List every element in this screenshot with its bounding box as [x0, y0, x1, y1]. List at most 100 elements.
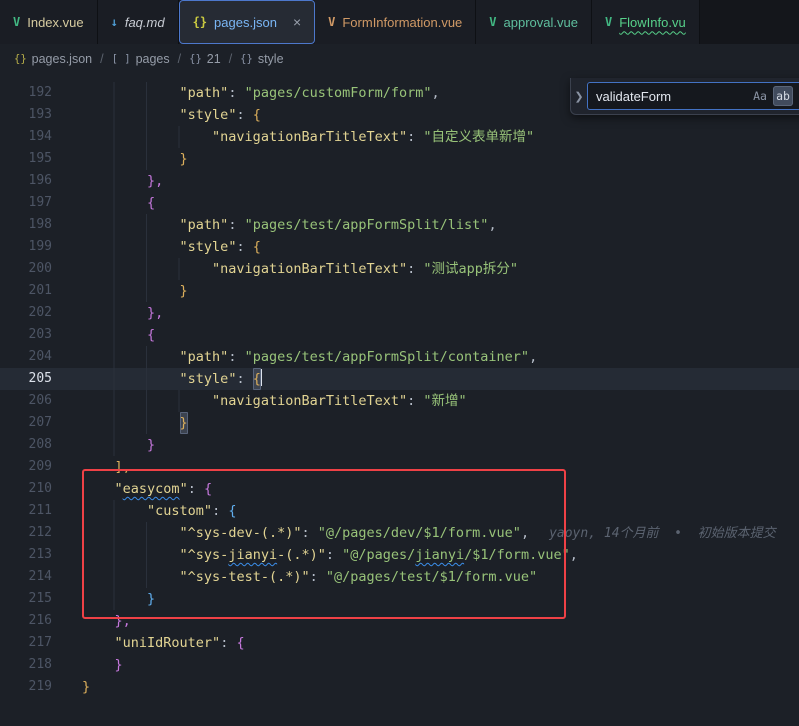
code-line-211[interactable]: 211 "custom": {: [0, 500, 799, 522]
code-token: jianyi: [415, 544, 464, 566]
code-token: [82, 566, 180, 588]
line-number: 212: [0, 522, 66, 544]
code-line-199[interactable]: 199 "style": {: [0, 236, 799, 258]
code-token: :: [236, 368, 252, 390]
find-input[interactable]: validateForm Aaab.*: [587, 82, 799, 110]
code-line-209[interactable]: 209 ],: [0, 456, 799, 478]
code-token: "^sys-test-(.*)": [180, 566, 310, 588]
code-token: "navigationBarTitleText": [212, 390, 407, 412]
code-editor[interactable]: 192 "path": "pages/customForm/form",193 …: [0, 74, 799, 698]
code-token: }: [180, 280, 188, 302]
code-text: "uniIdRouter": {: [66, 632, 245, 654]
code-line-200[interactable]: 200 "navigationBarTitleText": "测试app拆分": [0, 258, 799, 280]
code-text: {: [66, 192, 155, 214]
code-line-208[interactable]: 208 }: [0, 434, 799, 456]
code-token: ,: [521, 522, 529, 544]
code-token: }: [147, 588, 155, 610]
code-text: }: [66, 412, 188, 434]
code-line-207[interactable]: 207 }: [0, 412, 799, 434]
code-line-215[interactable]: 215 }: [0, 588, 799, 610]
breadcrumb-label: style: [258, 52, 284, 66]
close-tab-icon[interactable]: ×: [293, 15, 301, 29]
code-token: [82, 368, 180, 390]
line-number: 198: [0, 214, 66, 236]
code-text: "style": {: [66, 368, 262, 390]
breadcrumb-separator: /: [100, 52, 103, 66]
line-number: 197: [0, 192, 66, 214]
code-line-217[interactable]: 217 "uniIdRouter": {: [0, 632, 799, 654]
code-token: [82, 654, 115, 676]
code-token: "style": [180, 368, 237, 390]
code-line-194[interactable]: 194 "navigationBarTitleText": "自定义表单新增": [0, 126, 799, 148]
line-number: 207: [0, 412, 66, 434]
breadcrumb-item-pages-json[interactable]: {}pages.json: [14, 52, 92, 66]
code-token: :: [236, 104, 252, 126]
code-line-195[interactable]: 195 }: [0, 148, 799, 170]
tab-pages-json[interactable]: {}pages.json×: [179, 0, 316, 44]
code-text: "style": {: [66, 236, 261, 258]
line-number: 202: [0, 302, 66, 324]
line-number: 200: [0, 258, 66, 280]
breadcrumb-item-21[interactable]: {}21: [189, 52, 221, 66]
code-token: [82, 434, 147, 456]
code-text: "^sys-dev-(.*)": "@/pages/dev/$1/form.vu…: [66, 522, 776, 544]
code-line-219[interactable]: 219}: [0, 676, 799, 698]
code-text: },: [66, 610, 131, 632]
code-line-213[interactable]: 213 "^sys-jianyi-(.*)": "@/pages/jianyi/…: [0, 544, 799, 566]
code-text: "path": "pages/test/appFormSplit/contain…: [66, 346, 537, 368]
code-text: }: [66, 654, 123, 676]
code-line-210[interactable]: 210 "easycom": {: [0, 478, 799, 500]
code-token: [82, 126, 212, 148]
whole-word-toggle[interactable]: ab: [773, 86, 793, 106]
vue-file-icon: V: [605, 15, 612, 29]
code-line-203[interactable]: 203 {: [0, 324, 799, 346]
code-line-214[interactable]: 214 "^sys-test-(.*)": "@/pages/test/$1/f…: [0, 566, 799, 588]
code-token: [82, 544, 180, 566]
line-number: 194: [0, 126, 66, 148]
tab-forminformation-vue[interactable]: VFormInformation.vue: [315, 0, 476, 44]
code-token: :: [236, 236, 252, 258]
tab-index-vue[interactable]: VIndex.vue: [0, 0, 98, 44]
toggle-replace-chevron-icon[interactable]: ❯: [571, 90, 587, 103]
code-token: ,: [488, 214, 496, 236]
code-text: "path": "pages/customForm/form",: [66, 82, 440, 104]
breadcrumb-label: pages: [136, 52, 170, 66]
code-line-206[interactable]: 206 "navigationBarTitleText": "新增": [0, 390, 799, 412]
code-token: "path": [180, 346, 229, 368]
code-line-197[interactable]: 197 {: [0, 192, 799, 214]
code-line-216[interactable]: 216 },: [0, 610, 799, 632]
code-text: {: [66, 324, 155, 346]
line-number: 210: [0, 478, 66, 500]
line-number: 213: [0, 544, 66, 566]
line-number: 211: [0, 500, 66, 522]
tab-approval-vue[interactable]: Vapproval.vue: [476, 0, 592, 44]
code-token: [82, 302, 147, 324]
breadcrumb-item-pages[interactable]: [ ]pages: [112, 52, 170, 66]
code-token: {: [236, 632, 244, 654]
code-token: "navigationBarTitleText": [212, 126, 407, 148]
code-line-205[interactable]: 205 "style": {: [0, 368, 799, 390]
code-token: [82, 280, 180, 302]
code-line-212[interactable]: 212 "^sys-dev-(.*)": "@/pages/dev/$1/for…: [0, 522, 799, 544]
code-token: "@/pages/dev/$1/form.vue": [318, 522, 521, 544]
line-number: 201: [0, 280, 66, 302]
code-token: "测试app拆分": [423, 258, 518, 280]
code-token: {: [253, 368, 261, 390]
tab-faq-md[interactable]: ↓faq.md: [98, 0, 179, 44]
code-token: :: [212, 500, 228, 522]
code-line-218[interactable]: 218 }: [0, 654, 799, 676]
code-token: ": [180, 478, 188, 500]
code-line-196[interactable]: 196 },: [0, 170, 799, 192]
breadcrumb-item-style[interactable]: {}style: [240, 52, 283, 66]
tab-flowinfo-vu[interactable]: V FlowInfo.vu: [592, 0, 700, 44]
code-line-202[interactable]: 202 },: [0, 302, 799, 324]
tab-label: FlowInfo.vu: [619, 15, 685, 30]
code-line-204[interactable]: 204 "path": "pages/test/appFormSplit/con…: [0, 346, 799, 368]
code-line-198[interactable]: 198 "path": "pages/test/appFormSplit/lis…: [0, 214, 799, 236]
match-case-toggle[interactable]: Aa: [750, 86, 770, 106]
code-token: }: [82, 676, 90, 698]
breadcrumb-separator: /: [178, 52, 181, 66]
markdown-file-icon: ↓: [111, 15, 118, 29]
code-token: [82, 192, 147, 214]
code-line-201[interactable]: 201 }: [0, 280, 799, 302]
